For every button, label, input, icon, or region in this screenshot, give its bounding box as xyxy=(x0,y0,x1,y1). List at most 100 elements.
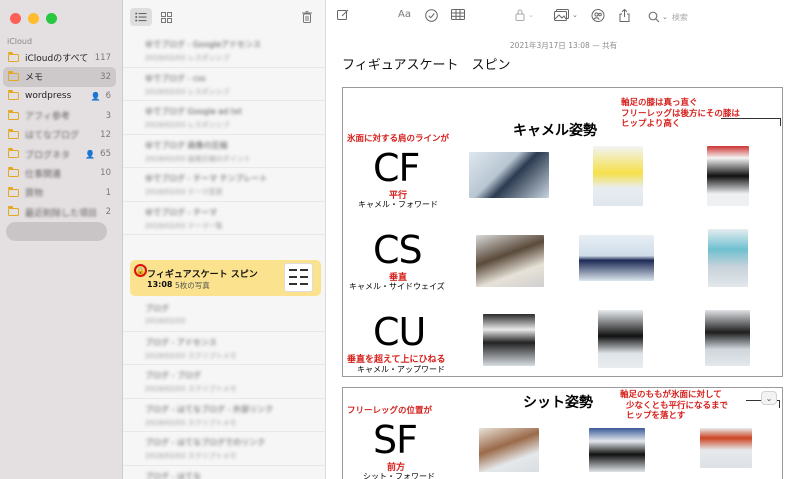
note-list-item[interactable]: ゆでブログ - css 2018/02/03 レスポンシブ xyxy=(123,68,325,101)
note-list-item[interactable]: ゆでブログ - Googleアドセンス 2018/02/03 レスポンシブ xyxy=(123,34,325,68)
folder-count: 65 xyxy=(100,149,111,160)
delete-note-button[interactable] xyxy=(297,8,317,26)
folder-item[interactable]: 最近削除した項目 2 xyxy=(3,202,116,221)
note-snippet: 2018/02/03 テーマ一覧 xyxy=(145,221,223,230)
camel-position-image: 軸足の膝は真っ直ぐ フリーレッグは後方にその膝は ヒップより高く キャメル姿勢 … xyxy=(342,87,783,377)
lock-note-button[interactable]: ⌄ xyxy=(515,9,534,21)
folder-count: 32 xyxy=(100,71,111,82)
sit-note-left: フリーレッグの位置が xyxy=(347,406,433,416)
note-list-item[interactable]: ゆでブログ - テーマ 2018/02/03 テーマ一覧 xyxy=(123,202,325,235)
compose-button[interactable] xyxy=(337,9,349,21)
expand-button[interactable]: ⌄ xyxy=(761,391,777,405)
shared-icon: 👤 xyxy=(85,149,96,159)
folder-count: 117 xyxy=(94,52,111,63)
share-collaborate-button[interactable] xyxy=(591,9,605,22)
folder-count: 3 xyxy=(105,110,111,121)
folder-item[interactable]: 仕事関連 10 xyxy=(3,164,116,183)
note-list-item[interactable]: ブログ - はてなブログ - 外部リンク 2018/02/03 スクリプトメモ xyxy=(123,399,325,432)
folder-name: 買物 xyxy=(25,189,44,200)
note-snippet: 2018/02/03 画像圧縮のポイント xyxy=(145,154,251,163)
folder-name: 仕事関連 xyxy=(25,169,62,180)
zoom-window-button[interactable] xyxy=(46,13,57,24)
folder-item[interactable]: ブログネタ 👤 65 xyxy=(3,144,116,163)
sit-position-image: シット姿勢 軸足のももが氷面に対して 少なくとも平行になるまで ヒップを落とす … xyxy=(342,387,783,479)
chevron-down-icon: ⌄ xyxy=(765,393,773,403)
chevron-down-icon: ⌄ xyxy=(572,11,578,19)
note-title: ブログ - アドセンス xyxy=(145,337,217,347)
note-list-item[interactable]: ゆでブログ Google ad txt 2018/02/03 レスポンシブ xyxy=(123,101,325,135)
camel-heading: キャメル姿勢 xyxy=(513,123,597,139)
folder-name: メモ xyxy=(25,73,44,84)
folder-item[interactable]: iCloudのすべて 117 xyxy=(3,48,116,67)
folder-name: ブログネタ xyxy=(25,150,71,161)
note-list-item[interactable]: ブログ - はてなブログでのリンク 2018/02/03 スクリプトメモ xyxy=(123,432,325,466)
checklist-icon xyxy=(425,9,438,22)
list-view-icon xyxy=(135,12,147,22)
folder-count: 2 xyxy=(105,207,111,218)
folder-icon xyxy=(8,109,19,120)
selected-note-time: 13:08 xyxy=(147,280,173,289)
folder-item[interactable]: wordpress 👤 6 xyxy=(3,87,116,106)
note-title: ゆでブログ - テーマ xyxy=(145,207,217,217)
trash-icon xyxy=(302,11,312,23)
skater-photo xyxy=(476,235,544,287)
note-list-item[interactable]: ゆでブログ 画像の圧縮 2018/02/03 画像圧縮のポイント xyxy=(123,135,325,168)
note-editor: Aa ⌄ ⌄ ⌄ 検索 2021年3月17日 13:08 — 共有 フィギュアス… xyxy=(327,0,800,479)
folder-name: アフィ参考 xyxy=(25,112,70,123)
folder-item[interactable]: はてなブログ 12 xyxy=(3,125,116,144)
note-list-item[interactable]: ブログ - はてな2018/02/03 ブログ xyxy=(123,466,325,479)
folder-count: 10 xyxy=(100,168,111,179)
minimize-window-button[interactable] xyxy=(28,13,39,24)
selected-note[interactable]: 🔒 フィギュアスケート スピン 13:08 5枚の写真 xyxy=(130,260,321,296)
cf-label: キャメル・フォワード xyxy=(358,200,438,209)
folder-name: wordpress xyxy=(25,91,72,102)
checklist-button[interactable] xyxy=(425,9,438,22)
note-snippet: 2018/02/03 スクリプトメモ xyxy=(145,385,237,393)
note-list-item[interactable]: ブログ - ブログ 2018/02/03 スクリプトメモ xyxy=(123,365,325,399)
list-view-button[interactable] xyxy=(130,8,152,26)
annotation-bracket xyxy=(721,118,781,126)
note-thumbnail xyxy=(284,263,313,292)
window-controls xyxy=(10,13,57,24)
folder-icon xyxy=(8,206,19,217)
note-title: ゆでブログ - css xyxy=(145,73,206,83)
search-placeholder: 検索 xyxy=(671,12,688,22)
note-snippet: 2018/02/03 スクリプトメモ xyxy=(145,351,237,360)
camel-note-left: 氷面に対する肩のラインが xyxy=(347,134,450,144)
folder-count: 12 xyxy=(100,129,111,140)
sit-heading: シット姿勢 xyxy=(523,395,593,411)
skater-photo xyxy=(469,152,549,198)
skater-photo xyxy=(483,314,535,366)
shared-icon: 👤 xyxy=(90,91,101,101)
folder-list: iCloudのすべて 117 メモ 32 wordpress 👤 6 アフィ参考 3 はてなブログ… xyxy=(3,48,116,222)
note-list-item[interactable]: ブログ 2018/02/03 xyxy=(123,298,325,332)
search-field[interactable]: ⌄ 検索 xyxy=(644,8,792,26)
note-list-item[interactable]: ブログ - アドセンス 2018/02/03 スクリプトメモ xyxy=(123,332,325,365)
folder-name: 最近削除した項目 xyxy=(25,208,98,219)
compose-icon xyxy=(337,9,349,20)
note-title: ゆでブログ 画像の圧縮 xyxy=(145,140,228,150)
folder-item[interactable]: 買物 1 xyxy=(3,183,116,202)
note-snippet: 2018/02/03 スクリプトメモ xyxy=(145,418,237,427)
notes-above: ゆでブログ - Googleアドセンス 2018/02/03 レスポンシブ ゆでブロ… xyxy=(123,34,325,235)
format-button[interactable]: Aa xyxy=(398,9,411,20)
photo-icon xyxy=(554,9,569,21)
media-button[interactable]: ⌄ xyxy=(554,9,578,21)
skater-photo xyxy=(579,235,654,281)
close-window-button[interactable] xyxy=(10,13,21,24)
note-snippet: 2018/02/03 テーマ変更 xyxy=(145,188,223,196)
folder-icon xyxy=(8,51,19,62)
folder-icon xyxy=(8,148,19,159)
share-button[interactable] xyxy=(619,9,630,22)
folder-item[interactable]: メモ 32 xyxy=(3,67,116,87)
note-title[interactable]: フィギュアスケート スピン xyxy=(342,54,510,73)
folder-count: 6 xyxy=(105,91,111,102)
note-list-item[interactable]: ゆでブログ - テーマ テンプレート 2018/02/03 テーマ変更 xyxy=(123,168,325,202)
new-folder-button[interactable] xyxy=(6,222,107,241)
table-button[interactable] xyxy=(451,9,465,20)
gallery-view-button[interactable] xyxy=(156,8,176,26)
skater-photo xyxy=(479,428,539,472)
folder-item[interactable]: アフィ参考 3 xyxy=(3,106,116,125)
skater-photo xyxy=(598,310,643,368)
lock-icon: 🔒 xyxy=(134,264,147,277)
